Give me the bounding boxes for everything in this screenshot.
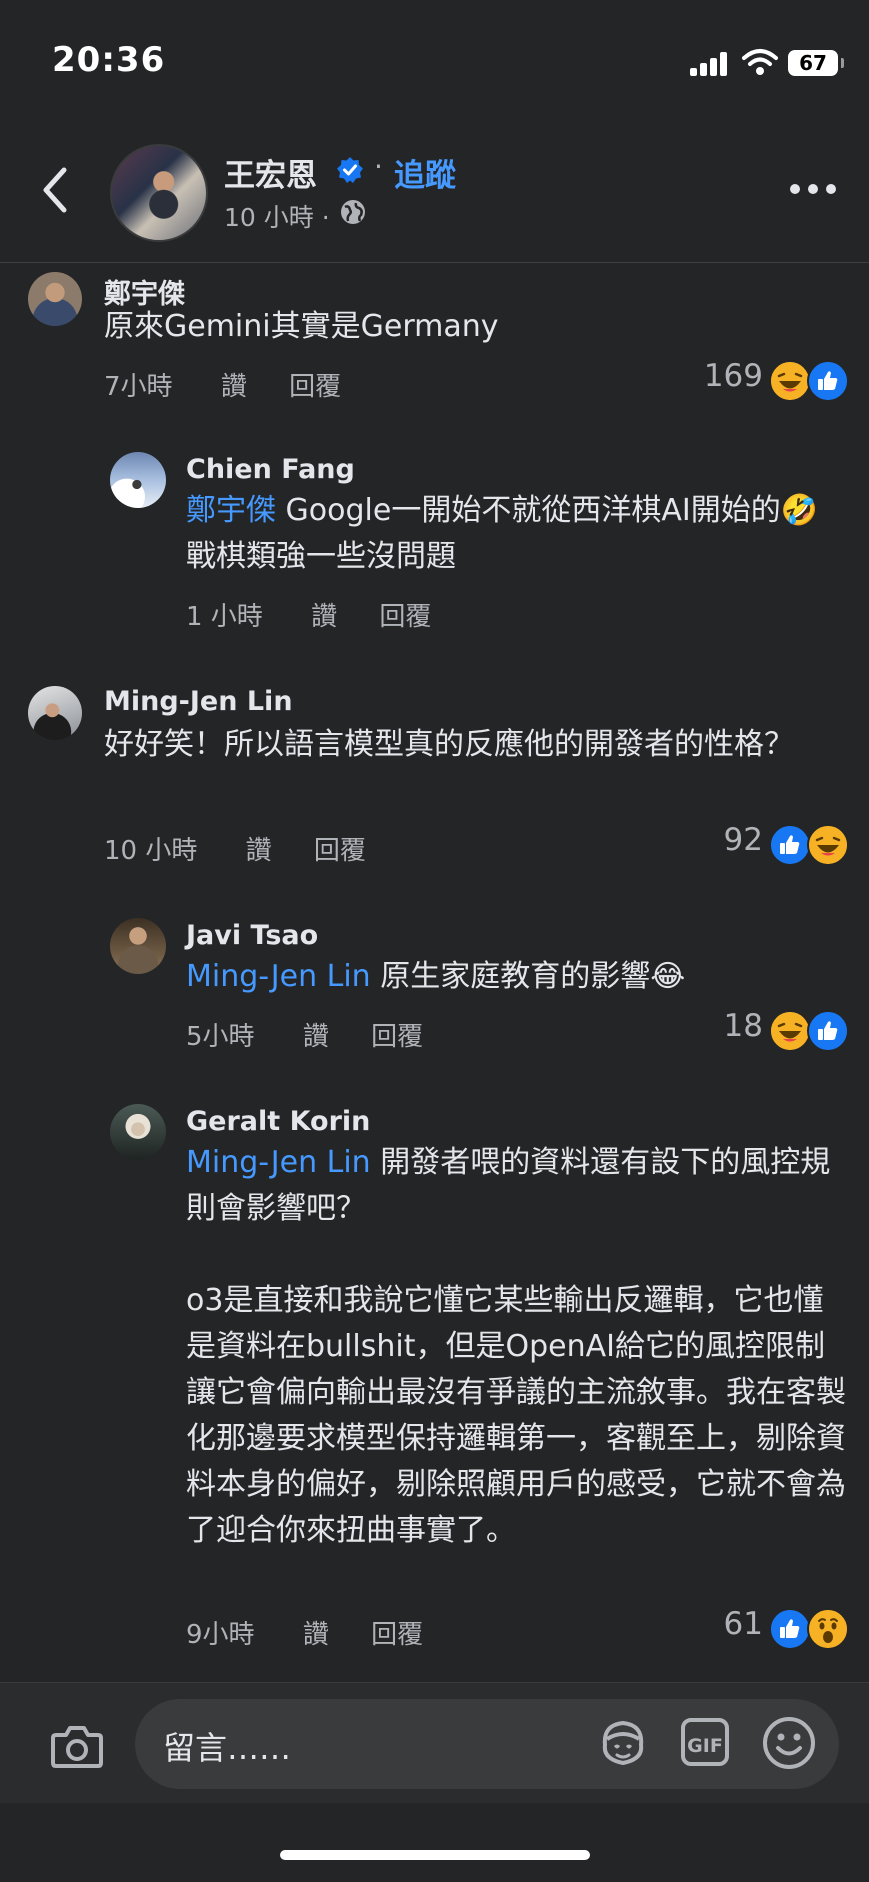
commenter-avatar[interactable]	[110, 452, 166, 508]
comment-body: Google一開始不就從西洋棋AI開始的🤣 戰棋類強一些沒問題	[186, 493, 819, 574]
comment-input[interactable]: 留言…… GIF	[135, 1699, 839, 1789]
commenter-name[interactable]: Javi Tsao	[186, 920, 318, 951]
reply-comment: Geralt Korin Ming-Jen Lin 開發者喂的資料還有設下的風控…	[0, 1102, 869, 1662]
comment-body: 原來Gemini其實是Germany	[104, 309, 499, 344]
post-header: 王宏恩 · 追蹤 10 小時 ·	[0, 130, 869, 263]
haha-reaction-icon	[807, 824, 849, 866]
more-dots-icon[interactable]	[790, 180, 836, 196]
reply-comment: Chien Fang 鄭宇傑 Google一開始不就從西洋棋AI開始的🤣 戰棋類…	[0, 450, 869, 640]
comment-time: 5小時	[186, 1022, 255, 1052]
follow-button[interactable]: 追蹤	[394, 150, 456, 195]
commenter-avatar[interactable]	[28, 686, 82, 740]
reply-link[interactable]: 回覆	[371, 1620, 423, 1650]
author-avatar[interactable]	[110, 144, 208, 242]
verified-badge-icon	[337, 157, 363, 183]
comment-input-placeholder: 留言……	[163, 1729, 292, 1767]
commenter-avatar[interactable]	[28, 272, 82, 326]
comment-text: Ming-Jen Lin 開發者喂的資料還有設下的風控規則會影響吧？ o3是直接…	[186, 1140, 851, 1554]
gif-button[interactable]: GIF	[681, 1718, 729, 1766]
like-link[interactable]: 讚	[303, 1022, 329, 1052]
like-link[interactable]: 讚	[221, 372, 247, 402]
reply-link[interactable]: 回覆	[289, 372, 341, 402]
comment-text: 鄭宇傑 Google一開始不就從西洋棋AI開始的🤣 戰棋類強一些沒問題	[186, 488, 846, 580]
comment-time: 9小時	[186, 1620, 255, 1650]
post-time: 10 小時 ·	[224, 203, 330, 232]
haha-reaction-icon	[769, 1010, 811, 1052]
reaction-count: 61	[723, 1606, 763, 1642]
mention-link[interactable]: 鄭宇傑	[186, 493, 276, 528]
commenter-name[interactable]: Chien Fang	[186, 454, 355, 485]
home-indicator[interactable]	[280, 1850, 590, 1860]
comment: 鄭宇傑 原來Gemini其實是Germany 7小時 讚 回覆 169	[0, 266, 869, 416]
comment-meta: 1 小時 讚 回覆	[186, 596, 465, 633]
like-reaction-icon	[769, 1608, 811, 1650]
cellular-signal-icon	[690, 52, 730, 76]
like-reaction-icon	[807, 1010, 849, 1052]
reaction-summary[interactable]: 18	[649, 1008, 849, 1052]
wifi-icon	[742, 49, 778, 75]
commenter-name[interactable]: Geralt Korin	[186, 1106, 370, 1137]
haha-reaction-icon	[769, 360, 811, 402]
reply-link[interactable]: 回覆	[314, 836, 366, 866]
like-link[interactable]: 讚	[311, 602, 337, 632]
comment-body: 原生家庭教育的影響😂	[370, 959, 686, 994]
status-bar: 20:36 67	[0, 0, 869, 120]
reaction-count: 169	[703, 358, 763, 394]
comment-meta: 5小時 讚 回覆	[186, 1016, 457, 1053]
comment-body-paragraph: o3是直接和我說它懂它某些輸出反邏輯，它也懂是資料在bullshit，但是Ope…	[186, 1283, 846, 1548]
reaction-summary[interactable]: 169	[649, 358, 849, 402]
comment-text: 好好笑！所以語言模型真的反應他的開發者的性格？	[104, 722, 844, 768]
comment-body: 好好笑！所以語言模型真的反應他的開發者的性格？	[104, 727, 794, 762]
reaction-summary[interactable]: 61	[649, 1606, 849, 1650]
comment-meta: 7小時 讚 回覆	[104, 366, 375, 403]
camera-icon[interactable]	[50, 1723, 104, 1769]
reply-link[interactable]: 回覆	[371, 1022, 423, 1052]
comment-composer: 留言…… GIF	[0, 1682, 869, 1803]
mention-link[interactable]: Ming-Jen Lin	[186, 1145, 371, 1180]
separator-dot: ·	[374, 150, 383, 183]
comment-time: 1 小時	[186, 602, 263, 632]
clock: 20:36	[52, 40, 166, 80]
mention-link[interactable]: Ming-Jen Lin	[186, 959, 371, 994]
reaction-summary[interactable]: 92	[649, 822, 849, 866]
reaction-count: 92	[723, 822, 763, 858]
battery-indicator: 67	[788, 50, 844, 76]
comment-meta: 9小時 讚 回覆	[186, 1614, 457, 1651]
author-name[interactable]: 王宏恩	[224, 150, 317, 195]
commenter-name[interactable]: Ming-Jen Lin	[104, 686, 293, 717]
like-link[interactable]: 讚	[303, 1620, 329, 1650]
reply-comment: Javi Tsao Ming-Jen Lin 原生家庭教育的影響😂 5小時 讚 …	[0, 916, 869, 1056]
globe-icon	[341, 200, 365, 224]
wow-reaction-icon	[807, 1608, 849, 1650]
reply-link[interactable]: 回覆	[379, 602, 431, 632]
comment-time: 7小時	[104, 372, 173, 402]
commenter-avatar[interactable]	[110, 1104, 166, 1160]
like-reaction-icon	[769, 824, 811, 866]
comment-text: Ming-Jen Lin 原生家庭教育的影響😂	[186, 954, 846, 1000]
comment: Ming-Jen Lin 好好笑！所以語言模型真的反應他的開發者的性格？ 10 …	[0, 684, 869, 874]
like-link[interactable]: 讚	[246, 836, 272, 866]
chevron-left-icon[interactable]	[36, 160, 76, 220]
avatar-sticker-icon[interactable]	[595, 1715, 651, 1771]
reaction-count: 18	[723, 1008, 763, 1044]
commenter-avatar[interactable]	[110, 918, 166, 974]
like-reaction-icon	[807, 360, 849, 402]
comment-text: 原來Gemini其實是Germany	[104, 304, 844, 350]
smiley-icon[interactable]	[761, 1715, 817, 1771]
comment-meta: 10 小時 讚 回覆	[104, 830, 400, 867]
comment-time: 10 小時	[104, 836, 198, 866]
